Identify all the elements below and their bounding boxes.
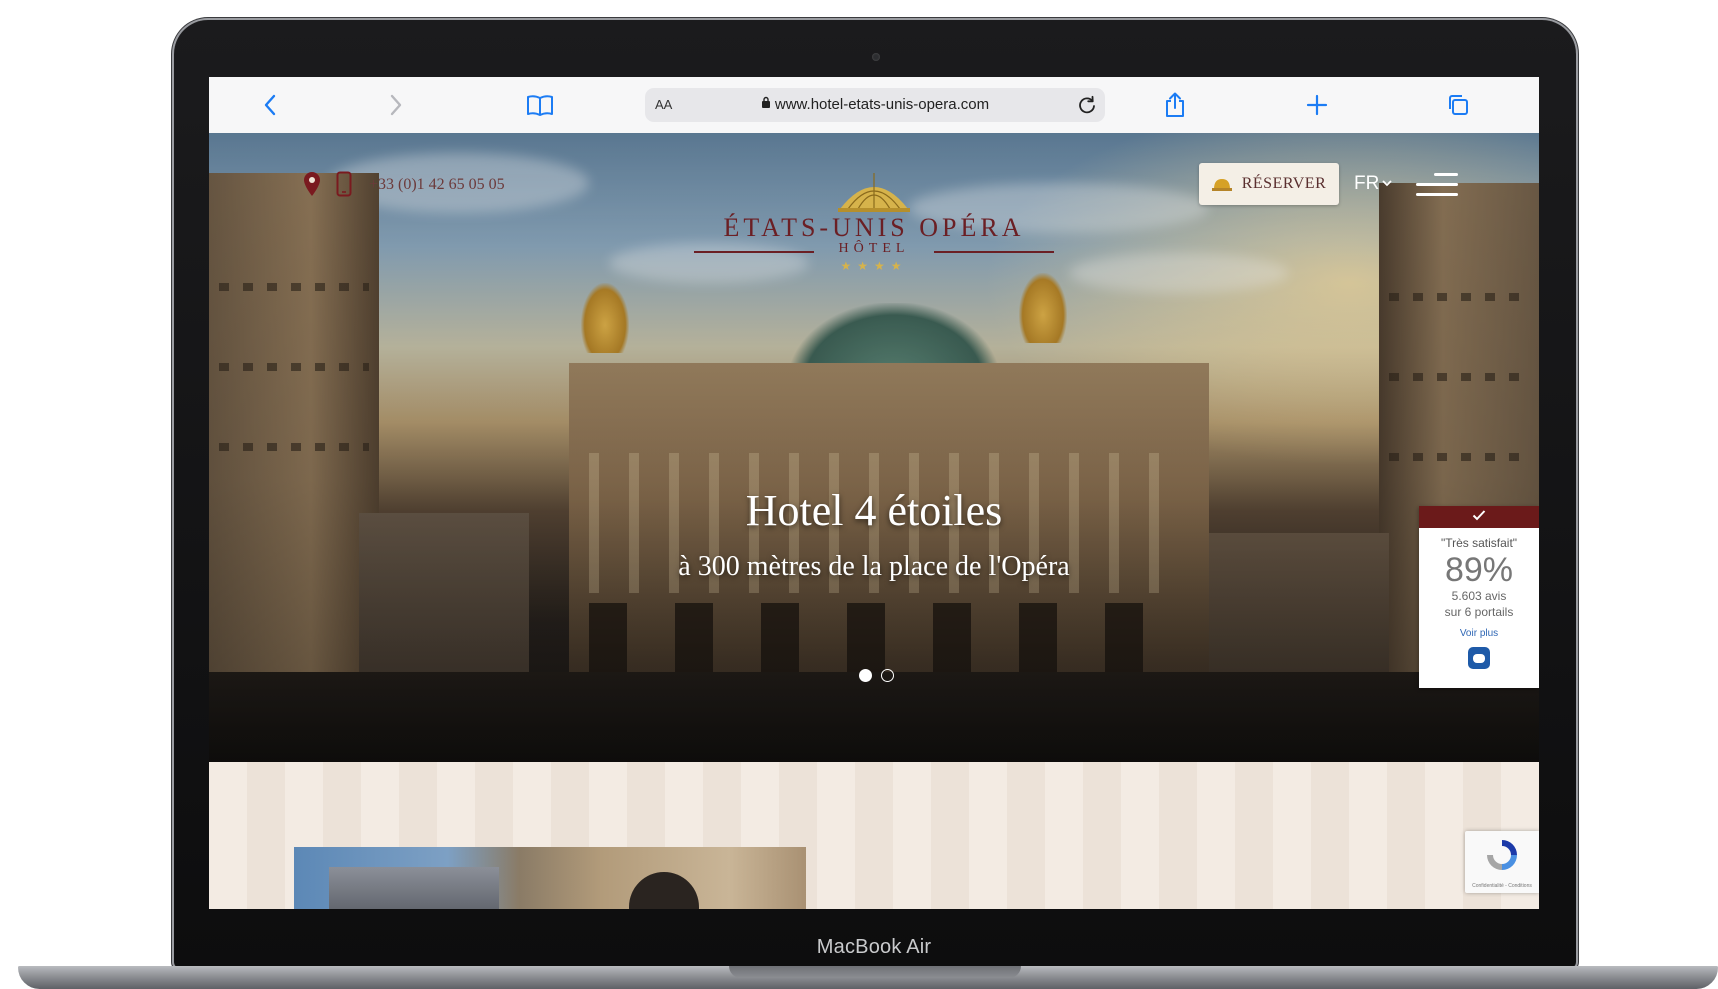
rating-more-link[interactable]: Voir plus [1419,628,1539,639]
language-label: FR [1354,173,1380,194]
recaptcha-text[interactable]: Confidentialité - Conditions [1465,883,1539,889]
bookmarks-icon[interactable] [525,90,555,120]
book-button[interactable]: RÉSERVER [1199,163,1339,205]
language-selector[interactable]: FR [1354,173,1392,195]
logo-stars: ★★★★ [840,259,908,273]
forward-icon[interactable] [381,90,411,120]
new-tab-icon[interactable] [1302,90,1332,120]
hotel-logo[interactable]: ÉTATS-UNIS OPÉRA HÔTEL ★★★★ [694,169,1054,281]
rating-widget[interactable]: "Très satisfait" 89% 5.603 avis sur 6 po… [1419,506,1539,688]
address-bar[interactable]: AA www.hotel-etats-unis-opera.com [645,88,1105,122]
rating-label: "Très satisfait" [1440,536,1518,550]
rating-percent: 89% [1444,551,1514,589]
chevron-down-icon [1382,176,1392,190]
checkmark-icon [1419,506,1539,528]
chat-bubble-icon[interactable] [1468,647,1490,669]
rating-review-count: 5.603 avis [1451,589,1507,603]
browser-toolbar: AA www.hotel-etats-unis-opera.com [209,77,1539,134]
hero-banner: +33 (0)1 42 65 05 05 ÉTATS-UNIS OPÉRA HÔ… [209,133,1539,762]
hamburger-menu-icon[interactable] [1416,173,1458,197]
photo-building [329,867,499,909]
share-icon[interactable] [1160,90,1190,120]
laptop-base-notch [729,966,1021,978]
screen: AA www.hotel-etats-unis-opera.com +33 (0… [209,77,1539,909]
camera [872,53,880,61]
bell-icon [1211,179,1232,191]
rating-portals: sur 6 portails [1444,605,1514,619]
url-text: www.hotel-etats-unis-opera.com [645,96,1105,113]
recaptcha-icon [1487,840,1517,870]
hotel-photo [294,847,806,909]
content-section: Confidentialité - Conditions [209,762,1539,909]
hero-subtitle: à 300 mètres de la place de l'Opéra [678,551,1070,582]
logo-dome-icon [838,173,910,212]
slider-dots [859,669,899,683]
photo-person [629,872,699,909]
slider-dot[interactable] [881,669,894,682]
slider-dot-active[interactable] [859,669,872,682]
lock-icon [761,96,771,111]
device-label: MacBook Air [816,936,932,958]
phone-icon[interactable] [336,171,352,197]
recaptcha-badge[interactable]: Confidentialité - Conditions [1465,831,1539,893]
tabs-icon[interactable] [1443,90,1473,120]
book-button-label: RÉSERVER [1241,175,1327,192]
back-icon[interactable] [255,90,285,120]
phone-number[interactable]: +33 (0)1 42 65 05 05 [369,176,505,194]
hero-title: Hotel 4 étoiles [745,486,1003,535]
logo-title: ÉTATS-UNIS OPÉRA [723,213,1025,242]
url: www.hotel-etats-unis-opera.com [774,96,990,113]
reload-icon[interactable] [1075,92,1099,118]
location-pin-icon[interactable] [301,171,323,197]
logo-subtitle: HÔTEL [838,241,910,256]
